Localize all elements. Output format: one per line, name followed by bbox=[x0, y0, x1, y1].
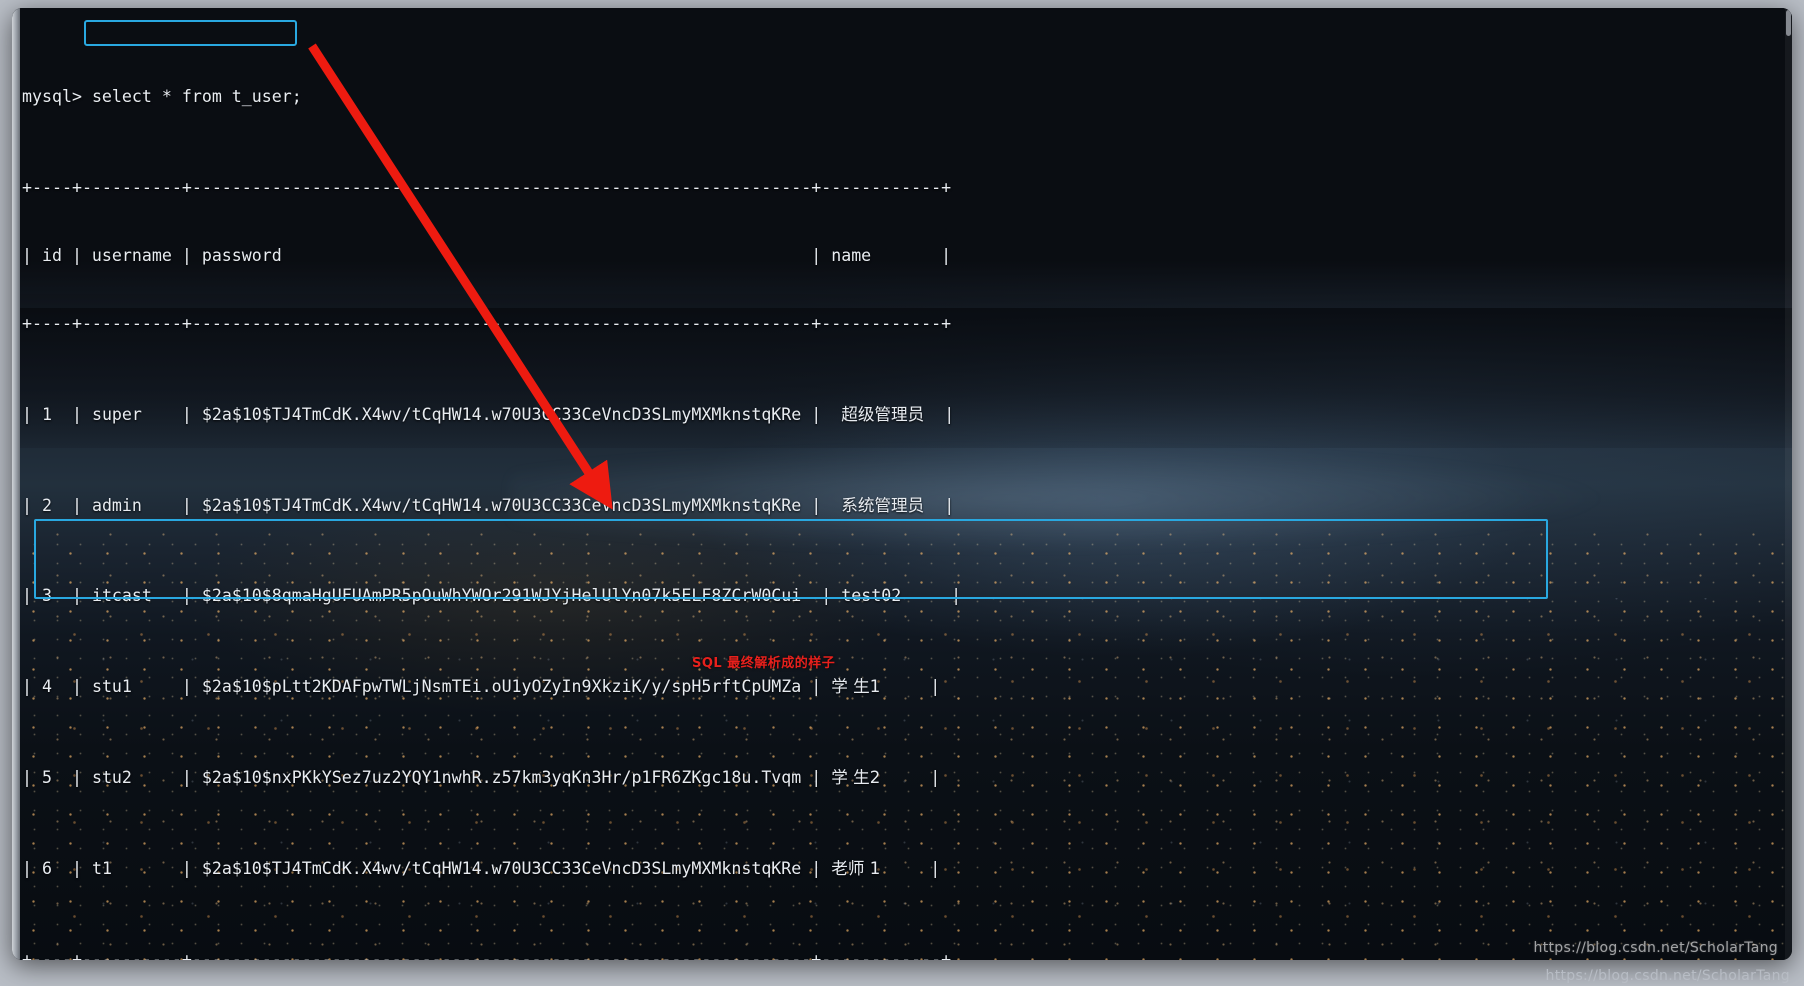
cell-password: $2a$10$TJ4TmCdK.X4wv/tCqHW14.w70U3CC33Ce… bbox=[201, 495, 802, 515]
cell-password: $2a$10$nxPKkYSez7uz2YQY1nwhR.z57km3yqKn3… bbox=[201, 768, 802, 788]
cell-username: stu1 bbox=[91, 677, 132, 697]
cell-id: 3 bbox=[41, 586, 52, 606]
table-separator-bottom: +----+----------+-----------------------… bbox=[22, 949, 952, 960]
cell-username: admin bbox=[91, 495, 142, 515]
cell-name: 超级管理员 bbox=[841, 404, 925, 424]
screenshot-root: mysql> select * from t_user; +----+-----… bbox=[0, 0, 1804, 986]
cell-username: super bbox=[91, 404, 142, 424]
terminal-window[interactable]: mysql> select * from t_user; +----+-----… bbox=[12, 8, 1792, 960]
cell-password: $2a$10$TJ4TmCdK.X4wv/tCqHW14.w70U3CC33Ce… bbox=[201, 404, 802, 424]
command-text-1[interactable]: select * from t_user; bbox=[92, 87, 302, 106]
cell-username: t1 bbox=[91, 858, 112, 878]
prompt-1: mysql> bbox=[22, 87, 92, 107]
cell-name: 系统管理员 bbox=[841, 495, 925, 515]
cell-id: 6 bbox=[41, 858, 52, 878]
table-row: | 2 | admin | $2a$10$TJ4TmCdK.X4wv/tCqHW… bbox=[22, 495, 955, 515]
terminal-output: mysql> select * from t_user; +----+-----… bbox=[22, 18, 1784, 960]
table-row: | 4 | stu1 | $2a$10$pLtt2KDAFpwTWLjNsmTE… bbox=[22, 677, 941, 697]
cell-password: $2a$10$pLtt2KDAFpwTWLjNsmTEi.oU1yOZyIn9X… bbox=[201, 677, 802, 697]
cell-password: $2a$10$8qmaHgUFUAmPR5pOuWhYWOr291WJYjHel… bbox=[201, 586, 802, 606]
cell-id: 2 bbox=[41, 495, 52, 515]
table-row: | 6 | t1 | $2a$10$TJ4TmCdK.X4wv/tCqHW14.… bbox=[22, 858, 941, 878]
cell-password: $2a$10$TJ4TmCdK.X4wv/tCqHW14.w70U3CC33Ce… bbox=[201, 858, 802, 878]
cell-id: 5 bbox=[41, 768, 52, 788]
cell-username: itcast bbox=[91, 586, 152, 606]
command-line-1[interactable]: mysql> select * from t_user; bbox=[22, 86, 1784, 109]
red-annotation-label: SQL 最终解析成的样子 bbox=[692, 656, 836, 671]
watermark-label: https://blog.csdn.net/ScholarTang bbox=[1545, 968, 1790, 984]
scrollbar-thumb[interactable] bbox=[1786, 10, 1791, 36]
cell-name: 学 生2 bbox=[831, 768, 881, 788]
watermark-inside: https://blog.csdn.net/ScholarTang bbox=[1533, 940, 1778, 956]
table-row: | 1 | super | $2a$10$TJ4TmCdK.X4wv/tCqHW… bbox=[22, 404, 955, 424]
cell-id: 4 bbox=[41, 677, 52, 697]
cell-username: stu2 bbox=[91, 768, 132, 788]
terminal-left-gutter bbox=[12, 8, 20, 960]
terminal-scrollbar[interactable] bbox=[1785, 8, 1792, 960]
table-row: | 3 | itcast | $2a$10$8qmaHgUFUAmPR5pOuW… bbox=[22, 586, 962, 606]
table-separator-top: +----+----------+-----------------------… bbox=[22, 177, 952, 197]
table-separator-header: +----+----------+-----------------------… bbox=[22, 314, 952, 334]
table-row: | 5 | stu2 | $2a$10$nxPKkYSez7uz2YQY1nwh… bbox=[22, 768, 941, 788]
cell-id: 1 bbox=[41, 404, 52, 424]
cell-name: test02 bbox=[841, 586, 902, 606]
cell-name: 学 生1 bbox=[831, 677, 881, 697]
table-header-row: | id | username | password | name | bbox=[22, 246, 952, 265]
cell-name: 老师 1 bbox=[831, 858, 881, 878]
